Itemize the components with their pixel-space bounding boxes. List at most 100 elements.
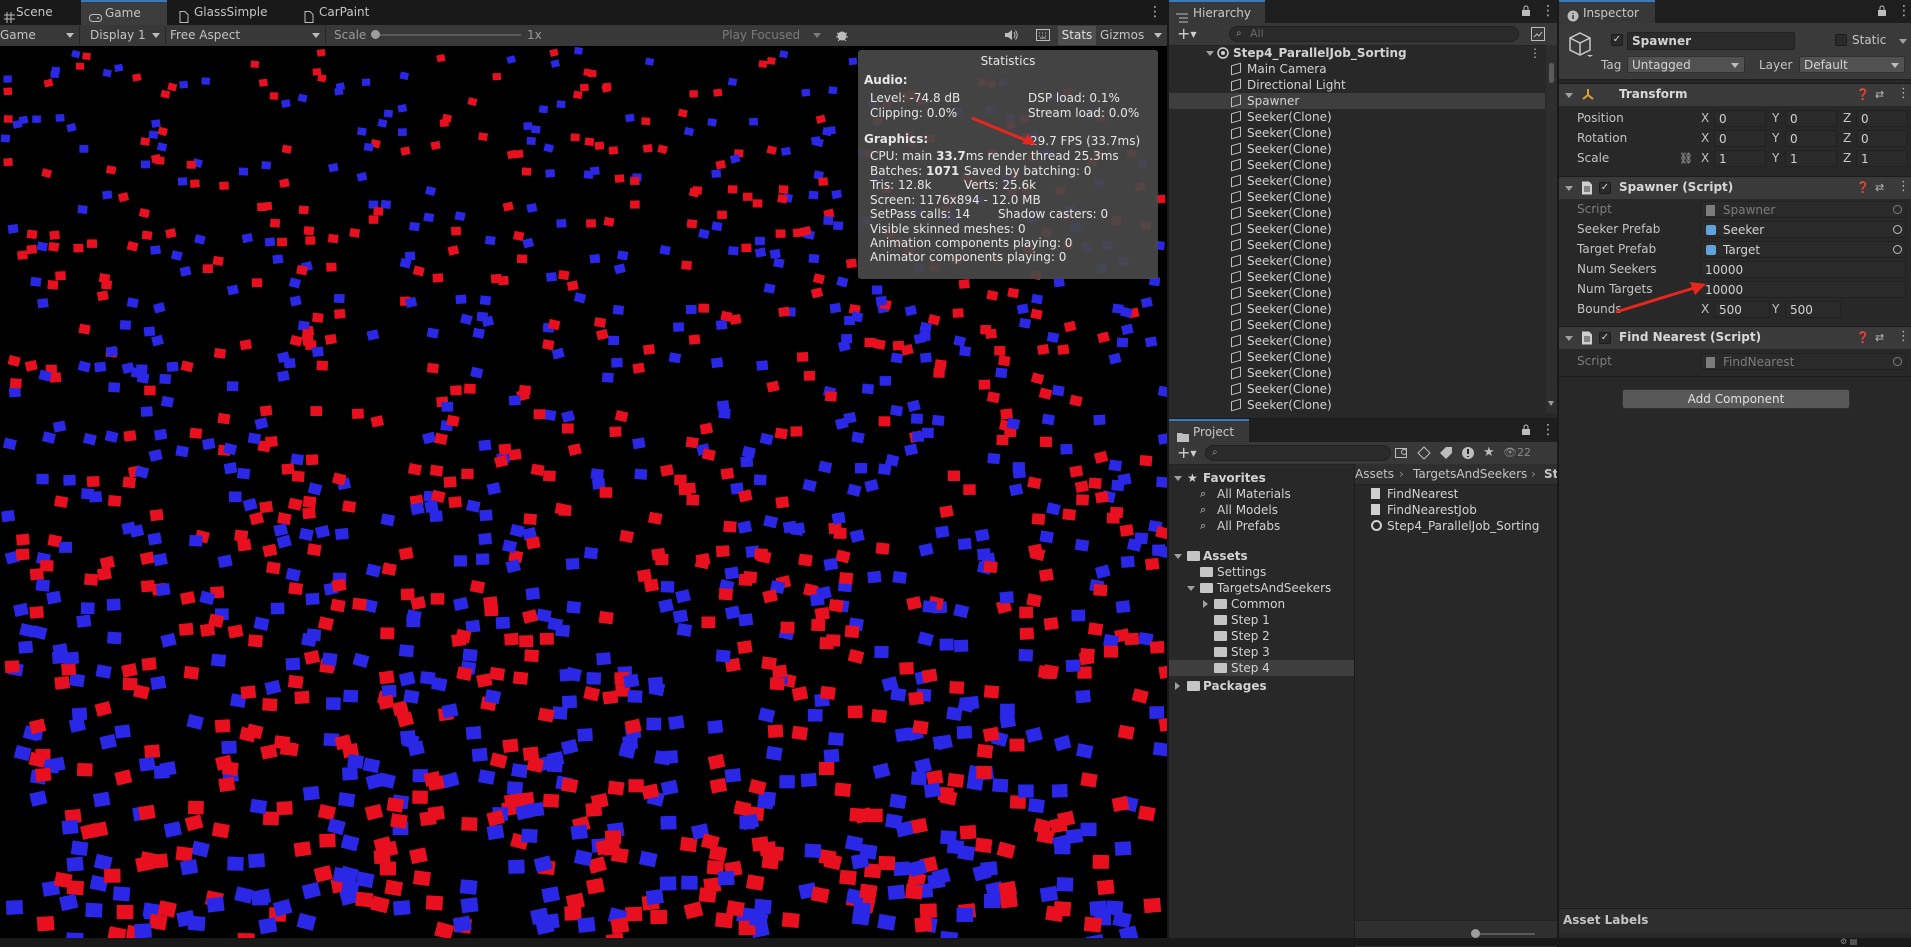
file-item[interactable]: Step4_ParallelJob_Sorting — [1355, 518, 1557, 534]
tab-carpaint[interactable]: CarPaint — [289, 0, 399, 25]
position-z-input[interactable]: 0 — [1856, 110, 1908, 127]
slider-thumb[interactable] — [1471, 929, 1480, 938]
hierarchy-item[interactable]: Spawner — [1169, 93, 1545, 109]
scale-z-input[interactable]: 1 — [1856, 150, 1908, 167]
component-enabled-checkbox[interactable]: ✓ — [1599, 182, 1611, 194]
tab-scene[interactable]: Scene — [0, 0, 80, 25]
favorite-item[interactable]: ⌕ All Prefabs — [1169, 518, 1354, 534]
hidden-packages-toggle[interactable]: 👁22 — [1503, 445, 1553, 461]
lock-icon[interactable] — [1521, 5, 1531, 17]
favorites-row[interactable]: ★ Favorites — [1169, 470, 1354, 486]
hierarchy-item[interactable]: Seeker(Clone) — [1169, 237, 1545, 253]
scene-root-row[interactable]: Step4_ParallelJob_Sorting ⋮ — [1169, 45, 1545, 61]
kebab-menu-icon[interactable]: ⋮ — [1897, 329, 1910, 344]
gizmos-button[interactable]: Gizmos — [1100, 26, 1162, 45]
hierarchy-search-input[interactable]: ⌕ All — [1229, 26, 1519, 42]
target-prefab-field[interactable]: Target — [1700, 241, 1906, 258]
hierarchy-item[interactable]: Seeker(Clone) — [1169, 173, 1545, 189]
kebab-menu-icon[interactable]: ⋮ — [1897, 4, 1911, 18]
bounds-x-input[interactable]: 500 — [1714, 301, 1770, 318]
tab-glasssimple[interactable]: GlassSimple — [168, 0, 288, 25]
file-item[interactable]: FindNearest — [1355, 486, 1557, 502]
scale-x-input[interactable]: 1 — [1714, 150, 1766, 167]
active-checkbox[interactable]: ✓ — [1611, 34, 1623, 46]
hierarchy-item[interactable]: Seeker(Clone) — [1169, 365, 1545, 381]
help-icon[interactable]: ❓ — [1856, 331, 1870, 344]
play-mode-dropdown[interactable]: Play Focused — [718, 26, 826, 45]
keyboard-icon[interactable] — [1036, 29, 1050, 41]
hierarchy-item[interactable]: Seeker(Clone) — [1169, 189, 1545, 205]
rotation-x-input[interactable]: 0 — [1714, 130, 1766, 147]
file-item[interactable]: FindNearestJob — [1355, 502, 1557, 518]
tag-dropdown[interactable]: Untagged — [1627, 56, 1745, 73]
presets-icon[interactable]: ⇄ — [1875, 88, 1884, 101]
folder-tree-item[interactable]: Settings — [1169, 564, 1354, 580]
spawner-script-header[interactable]: ✓ Spawner (Script) ❓ ⇄ ⋮ — [1559, 176, 1911, 199]
scrollbar-thumb[interactable] — [1549, 63, 1554, 83]
folder-tree-item[interactable]: Step 1 — [1169, 612, 1354, 628]
view-dropdown[interactable]: Game — [0, 26, 80, 45]
component-enabled-checkbox[interactable]: ✓ — [1599, 332, 1611, 344]
rotation-y-input[interactable]: 0 — [1785, 130, 1837, 147]
hierarchy-item[interactable]: Seeker(Clone) — [1169, 333, 1545, 349]
kebab-menu-icon[interactable]: ⋮ — [1897, 179, 1910, 194]
lock-icon[interactable] — [1521, 424, 1531, 436]
hierarchy-item[interactable]: Seeker(Clone) — [1169, 141, 1545, 157]
filter-by-label-icon[interactable] — [1439, 446, 1453, 460]
collapse-arrow-icon[interactable] — [1203, 600, 1208, 608]
kebab-menu-icon[interactable]: ⋮ — [1541, 4, 1555, 18]
hierarchy-item[interactable]: Seeker(Clone) — [1169, 205, 1545, 221]
scale-y-input[interactable]: 1 — [1785, 150, 1837, 167]
tab-inspector[interactable]: Inspector — [1559, 0, 1655, 23]
help-icon[interactable]: ❓ — [1856, 181, 1870, 194]
bounds-y-input[interactable]: 500 — [1785, 301, 1841, 318]
favorite-item[interactable]: ⌕ All Materials — [1169, 486, 1354, 502]
hierarchy-item[interactable]: Seeker(Clone) — [1169, 301, 1545, 317]
folder-tree-item[interactable]: Step 3 — [1169, 644, 1354, 660]
favorite-star-icon[interactable]: ★ — [1483, 446, 1497, 460]
folder-tree-item[interactable]: TargetsAndSeekers — [1169, 580, 1354, 596]
tab-project[interactable]: Project — [1169, 419, 1249, 442]
folder-tree-item[interactable]: Step 2 — [1169, 628, 1354, 644]
chevron-down-icon[interactable] — [1899, 39, 1907, 44]
kebab-menu-icon[interactable]: ⋮ — [1148, 5, 1162, 19]
hierarchy-item[interactable]: Seeker(Clone) — [1169, 285, 1545, 301]
asset-labels-section[interactable]: Asset Labels — [1559, 908, 1911, 933]
tab-hierarchy[interactable]: Hierarchy — [1169, 0, 1265, 23]
hierarchy-item[interactable]: Seeker(Clone) — [1169, 109, 1545, 125]
lock-icon[interactable] — [1877, 5, 1887, 17]
breadcrumb-assets[interactable]: Assets — [1355, 464, 1394, 484]
hierarchy-item[interactable]: Seeker(Clone) — [1169, 381, 1545, 397]
num-seekers-input[interactable]: 10000 — [1700, 261, 1906, 278]
bug-icon[interactable] — [834, 27, 850, 43]
kebab-menu-icon[interactable]: ⋮ — [1541, 423, 1555, 437]
expand-arrow-icon[interactable] — [1174, 476, 1182, 481]
expand-arrow-icon[interactable] — [1565, 186, 1573, 191]
hierarchy-item[interactable]: Seeker(Clone) — [1169, 125, 1545, 141]
assets-row[interactable]: Assets — [1169, 548, 1354, 564]
add-component-button[interactable]: Add Component — [1622, 389, 1850, 409]
create-asset-button[interactable]: +▼ — [1177, 444, 1201, 461]
hierarchy-item[interactable]: Main Camera — [1169, 61, 1545, 77]
mute-audio-icon[interactable] — [1004, 28, 1018, 42]
hierarchy-item[interactable]: Seeker(Clone) — [1169, 397, 1545, 413]
expand-arrow-icon[interactable] — [1565, 93, 1573, 98]
object-picker-icon[interactable] — [1893, 245, 1902, 254]
expand-arrow-icon[interactable] — [1187, 586, 1195, 591]
expand-arrow-icon[interactable] — [1206, 51, 1214, 56]
project-search-input[interactable]: ⌕ — [1205, 445, 1391, 461]
scale-slider[interactable] — [371, 30, 521, 39]
gameobject-cube-icon[interactable] — [1567, 31, 1593, 59]
hierarchy-item[interactable]: Seeker(Clone) — [1169, 157, 1545, 173]
display-dropdown[interactable]: Display 1 — [86, 26, 166, 45]
link-icon[interactable]: ⛓ — [1679, 152, 1693, 165]
position-y-input[interactable]: 0 — [1785, 110, 1837, 127]
scale-slider-thumb[interactable] — [371, 30, 380, 39]
folder-tree-item[interactable]: Common — [1169, 596, 1354, 612]
breadcrumb-targetsandseekers[interactable]: TargetsAndSeekers — [1413, 464, 1527, 484]
find-nearest-script-header[interactable]: ✓ Find Nearest (Script) ❓ ⇄ ⋮ — [1559, 326, 1911, 349]
folder-tree-item[interactable]: Step 4 — [1169, 660, 1354, 676]
hierarchy-item[interactable]: Seeker(Clone) — [1169, 269, 1545, 285]
transform-header[interactable]: Transform ❓ ⇄ ⋮ — [1559, 83, 1911, 106]
icon-size-slider[interactable] — [1471, 929, 1535, 938]
